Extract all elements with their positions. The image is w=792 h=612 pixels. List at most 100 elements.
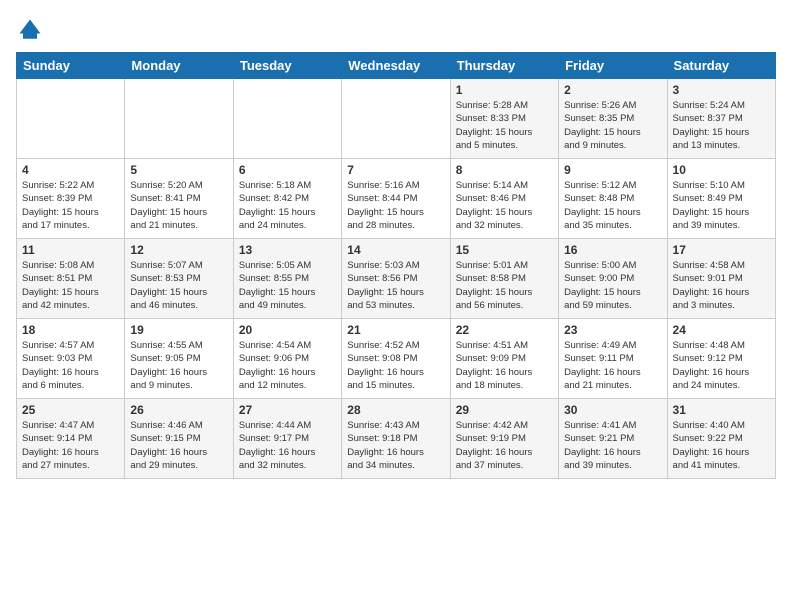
calendar-cell [125, 79, 233, 159]
day-info: Sunrise: 4:43 AM Sunset: 9:18 PM Dayligh… [347, 419, 444, 472]
calendar-cell: 23 Sunrise: 4:49 AM Sunset: 9:11 PM Dayli… [559, 319, 667, 399]
day-number: 21 [347, 323, 444, 337]
day-info: Sunrise: 5:01 AM Sunset: 8:58 PM Dayligh… [456, 259, 553, 312]
day-number: 15 [456, 243, 553, 257]
day-number: 18 [22, 323, 119, 337]
calendar-cell [17, 79, 125, 159]
day-number: 4 [22, 163, 119, 177]
calendar-cell: 30 Sunrise: 4:41 AM Sunset: 9:21 PM Dayli… [559, 399, 667, 479]
day-number: 12 [130, 243, 227, 257]
calendar-cell: 6 Sunrise: 5:18 AM Sunset: 8:42 PM Daylig… [233, 159, 341, 239]
calendar-table: SundayMondayTuesdayWednesdayThursdayFrid… [16, 52, 776, 479]
day-info: Sunrise: 4:47 AM Sunset: 9:14 PM Dayligh… [22, 419, 119, 472]
column-header-monday: Monday [125, 53, 233, 79]
day-number: 13 [239, 243, 336, 257]
calendar-cell: 2Sunrise: 5:26 AM Sunset: 8:35 PM Daylig… [559, 79, 667, 159]
day-info: Sunrise: 5:22 AM Sunset: 8:39 PM Dayligh… [22, 179, 119, 232]
day-info: Sunrise: 4:42 AM Sunset: 9:19 PM Dayligh… [456, 419, 553, 472]
calendar-cell: 12 Sunrise: 5:07 AM Sunset: 8:53 PM Dayli… [125, 239, 233, 319]
calendar-cell: 7 Sunrise: 5:16 AM Sunset: 8:44 PM Daylig… [342, 159, 450, 239]
calendar-cell: 9 Sunrise: 5:12 AM Sunset: 8:48 PM Daylig… [559, 159, 667, 239]
calendar-week-row: 11 Sunrise: 5:08 AM Sunset: 8:51 PM Dayli… [17, 239, 776, 319]
day-info: Sunrise: 4:54 AM Sunset: 9:06 PM Dayligh… [239, 339, 336, 392]
calendar-cell: 19 Sunrise: 4:55 AM Sunset: 9:05 PM Dayli… [125, 319, 233, 399]
calendar-cell: 4 Sunrise: 5:22 AM Sunset: 8:39 PM Daylig… [17, 159, 125, 239]
calendar-cell: 29 Sunrise: 4:42 AM Sunset: 9:19 PM Dayli… [450, 399, 558, 479]
calendar-cell: 28 Sunrise: 4:43 AM Sunset: 9:18 PM Dayli… [342, 399, 450, 479]
calendar-cell [342, 79, 450, 159]
day-info: Sunrise: 5:28 AM Sunset: 8:33 PM Dayligh… [456, 99, 553, 152]
day-number: 25 [22, 403, 119, 417]
day-number: 5 [130, 163, 227, 177]
day-info: Sunrise: 5:05 AM Sunset: 8:55 PM Dayligh… [239, 259, 336, 312]
calendar-cell: 16 Sunrise: 5:00 AM Sunset: 9:00 PM Dayli… [559, 239, 667, 319]
day-info: Sunrise: 5:16 AM Sunset: 8:44 PM Dayligh… [347, 179, 444, 232]
day-number: 7 [347, 163, 444, 177]
logo-icon [16, 16, 44, 44]
day-info: Sunrise: 5:26 AM Sunset: 8:35 PM Dayligh… [564, 99, 661, 152]
day-number: 16 [564, 243, 661, 257]
day-number: 8 [456, 163, 553, 177]
day-info: Sunrise: 4:55 AM Sunset: 9:05 PM Dayligh… [130, 339, 227, 392]
calendar-cell: 11 Sunrise: 5:08 AM Sunset: 8:51 PM Dayli… [17, 239, 125, 319]
day-number: 23 [564, 323, 661, 337]
day-number: 24 [673, 323, 770, 337]
day-info: Sunrise: 4:48 AM Sunset: 9:12 PM Dayligh… [673, 339, 770, 392]
calendar-cell [233, 79, 341, 159]
day-number: 6 [239, 163, 336, 177]
day-number: 30 [564, 403, 661, 417]
day-info: Sunrise: 5:07 AM Sunset: 8:53 PM Dayligh… [130, 259, 227, 312]
calendar-cell: 26Sunrise: 4:46 AM Sunset: 9:15 PM Dayli… [125, 399, 233, 479]
day-info: Sunrise: 4:46 AM Sunset: 9:15 PM Dayligh… [130, 419, 227, 472]
calendar-cell: 14 Sunrise: 5:03 AM Sunset: 8:56 PM Dayli… [342, 239, 450, 319]
calendar-week-row: 25 Sunrise: 4:47 AM Sunset: 9:14 PM Dayli… [17, 399, 776, 479]
day-info: Sunrise: 5:12 AM Sunset: 8:48 PM Dayligh… [564, 179, 661, 232]
day-number: 19 [130, 323, 227, 337]
day-info: Sunrise: 4:57 AM Sunset: 9:03 PM Dayligh… [22, 339, 119, 392]
day-info: Sunrise: 4:52 AM Sunset: 9:08 PM Dayligh… [347, 339, 444, 392]
day-number: 9 [564, 163, 661, 177]
column-header-wednesday: Wednesday [342, 53, 450, 79]
calendar-cell: 15 Sunrise: 5:01 AM Sunset: 8:58 PM Dayli… [450, 239, 558, 319]
calendar-cell: 21 Sunrise: 4:52 AM Sunset: 9:08 PM Dayli… [342, 319, 450, 399]
calendar-cell: 24 Sunrise: 4:48 AM Sunset: 9:12 PM Dayli… [667, 319, 775, 399]
day-number: 11 [22, 243, 119, 257]
calendar-cell: 1 Sunrise: 5:28 AM Sunset: 8:33 PM Daylig… [450, 79, 558, 159]
day-info: Sunrise: 4:49 AM Sunset: 9:11 PM Dayligh… [564, 339, 661, 392]
calendar-cell: 25 Sunrise: 4:47 AM Sunset: 9:14 PM Dayli… [17, 399, 125, 479]
calendar-cell: 10 Sunrise: 5:10 AM Sunset: 8:49 PM Dayli… [667, 159, 775, 239]
day-info: Sunrise: 5:24 AM Sunset: 8:37 PM Dayligh… [673, 99, 770, 152]
day-info: Sunrise: 5:18 AM Sunset: 8:42 PM Dayligh… [239, 179, 336, 232]
calendar-cell: 31 Sunrise: 4:40 AM Sunset: 9:22 PM Dayli… [667, 399, 775, 479]
day-number: 14 [347, 243, 444, 257]
day-info: Sunrise: 5:20 AM Sunset: 8:41 PM Dayligh… [130, 179, 227, 232]
calendar-cell: 22 Sunrise: 4:51 AM Sunset: 9:09 PM Dayli… [450, 319, 558, 399]
day-info: Sunrise: 4:41 AM Sunset: 9:21 PM Dayligh… [564, 419, 661, 472]
column-header-sunday: Sunday [17, 53, 125, 79]
day-number: 17 [673, 243, 770, 257]
day-number: 1 [456, 83, 553, 97]
day-number: 3 [673, 83, 770, 97]
day-number: 29 [456, 403, 553, 417]
calendar-week-row: 18 Sunrise: 4:57 AM Sunset: 9:03 PM Dayli… [17, 319, 776, 399]
day-number: 28 [347, 403, 444, 417]
day-info: Sunrise: 4:44 AM Sunset: 9:17 PM Dayligh… [239, 419, 336, 472]
logo [16, 16, 48, 44]
calendar-cell: 3 Sunrise: 5:24 AM Sunset: 8:37 PM Daylig… [667, 79, 775, 159]
calendar-cell: 20Sunrise: 4:54 AM Sunset: 9:06 PM Dayli… [233, 319, 341, 399]
day-info: Sunrise: 5:03 AM Sunset: 8:56 PM Dayligh… [347, 259, 444, 312]
column-header-friday: Friday [559, 53, 667, 79]
day-info: Sunrise: 4:58 AM Sunset: 9:01 PM Dayligh… [673, 259, 770, 312]
day-number: 10 [673, 163, 770, 177]
calendar-cell: 18 Sunrise: 4:57 AM Sunset: 9:03 PM Dayli… [17, 319, 125, 399]
page-header [16, 16, 776, 44]
day-info: Sunrise: 4:51 AM Sunset: 9:09 PM Dayligh… [456, 339, 553, 392]
day-number: 31 [673, 403, 770, 417]
column-header-saturday: Saturday [667, 53, 775, 79]
day-info: Sunrise: 4:40 AM Sunset: 9:22 PM Dayligh… [673, 419, 770, 472]
calendar-cell: 17 Sunrise: 4:58 AM Sunset: 9:01 PM Dayli… [667, 239, 775, 319]
day-info: Sunrise: 5:10 AM Sunset: 8:49 PM Dayligh… [673, 179, 770, 232]
day-info: Sunrise: 5:00 AM Sunset: 9:00 PM Dayligh… [564, 259, 661, 312]
day-info: Sunrise: 5:08 AM Sunset: 8:51 PM Dayligh… [22, 259, 119, 312]
day-number: 22 [456, 323, 553, 337]
